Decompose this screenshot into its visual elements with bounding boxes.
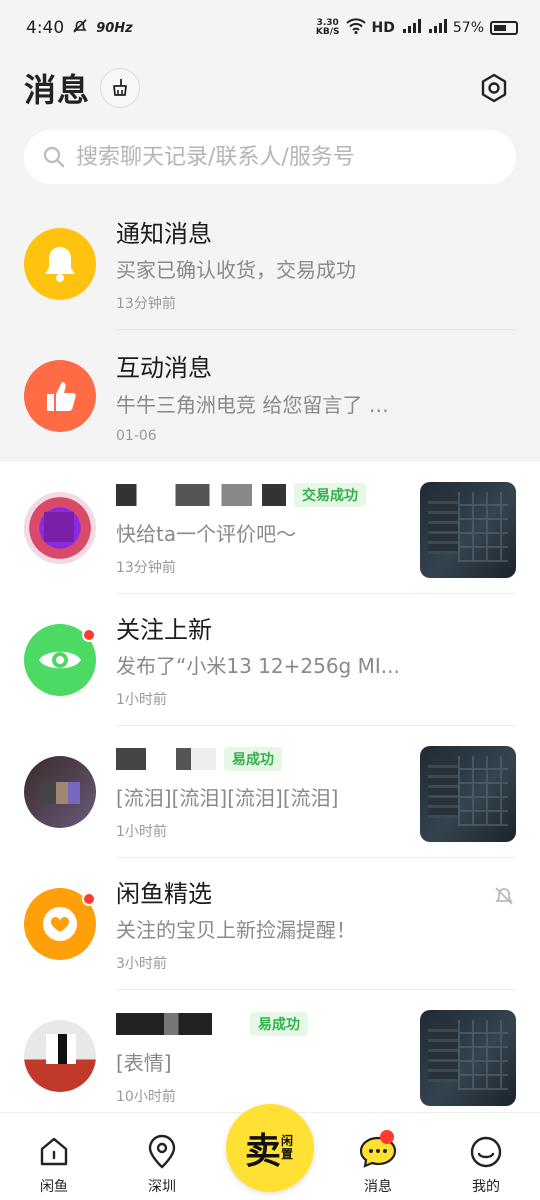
tab-home[interactable]: 闲鱼 (10, 1132, 98, 1196)
conversation-user-1[interactable]: 交易成功 快给ta一个评价吧～ 13分钟前 (0, 462, 540, 594)
chat-icon (358, 1130, 398, 1172)
avatar (24, 624, 96, 696)
conversation-list: 交易成功 快给ta一个评价吧～ 13分钟前 关注上新 发布了“小米13 12+2… (0, 462, 540, 1122)
redacted-name (116, 748, 216, 770)
broom-icon (113, 79, 127, 96)
conversation-name: 互动消息 (116, 354, 212, 382)
avatar (24, 888, 96, 960)
status-time: 4:40 (26, 18, 65, 38)
conversation-notification[interactable]: 通知消息 买家已确认收货，交易成功 13分钟前 (0, 198, 540, 330)
unread-dot (82, 628, 96, 642)
conversation-time: 1小时前 (116, 692, 167, 708)
search-bar[interactable] (24, 130, 516, 184)
sell-button[interactable]: 卖 闲置 (226, 1104, 314, 1192)
avatar (24, 492, 96, 564)
page-header: 消息 (0, 56, 540, 120)
conversation-user-3[interactable]: 易成功 [表情] 10小时前 (0, 990, 540, 1122)
conversation-user-2[interactable]: 易成功 [流泪][流泪][流泪][流泪] 1小时前 (0, 726, 540, 858)
item-thumbnail (420, 1010, 516, 1106)
signal-5g-icon (401, 19, 421, 37)
conversation-time: 01-06 (116, 427, 157, 444)
tab-label: 深圳 (148, 1179, 176, 1195)
conversation-preview: [流泪][流泪][流泪][流泪] (116, 786, 339, 810)
avatar (24, 228, 96, 300)
unread-dot (82, 892, 96, 906)
muted-bell-icon (492, 884, 516, 912)
item-thumbnail (420, 746, 516, 842)
signal-4g-icon (427, 19, 447, 37)
settings-button[interactable] (472, 66, 516, 110)
conversation-name: 通知消息 (116, 219, 212, 248)
tab-location[interactable]: 深圳 (118, 1132, 206, 1196)
conversation-preview: 牛牛三角洲电竞 给您留言了 … (116, 392, 389, 417)
tab-messages[interactable]: 消息 (334, 1130, 422, 1196)
profile-icon (466, 1132, 506, 1172)
thumbs-up-icon (47, 382, 76, 411)
conversation-name: 关注上新 (116, 615, 212, 644)
conversation-interaction[interactable]: 互动消息 牛牛三角洲电竞 给您留言了 … 01-06 (0, 330, 540, 462)
conversation-preview: 发布了“小米13 12+256g MI... (116, 654, 400, 678)
status-badge: 交易成功 (294, 483, 366, 507)
refresh-rate: 90Hz (96, 20, 133, 36)
tab-label: 我的 (472, 1179, 500, 1195)
avatar (24, 360, 96, 432)
clear-unread-button[interactable] (100, 68, 141, 108)
pinned-messages: 通知消息 买家已确认收货，交易成功 13分钟前 互动消息 牛牛三角洲电竞 给您留… (0, 198, 540, 462)
avatar (24, 756, 96, 828)
conversation-follow-updates[interactable]: 关注上新 发布了“小米13 12+256g MI... 1小时前 (0, 594, 540, 726)
conversation-time: 13分钟前 (116, 296, 176, 312)
network-speed: 3.30 KB/S (315, 18, 340, 37)
page-title: 消息 (24, 71, 91, 109)
conversation-preview: [表情] (116, 1050, 172, 1075)
status-badge: 易成功 (224, 747, 282, 771)
home-icon (34, 1132, 74, 1172)
mute-status-icon (72, 18, 88, 39)
eye-icon (39, 651, 81, 669)
battery-icon (490, 21, 518, 35)
location-icon (142, 1132, 182, 1172)
conversation-name: 闲鱼精选 (116, 879, 212, 908)
status-bar: 4:40 90Hz 3.30 KB/S HD 57% (0, 0, 540, 56)
redacted-name (116, 484, 286, 506)
search-icon (43, 146, 65, 168)
heart-icon (43, 907, 77, 941)
tab-label: 消息 (364, 1179, 392, 1195)
avatar (24, 1020, 96, 1092)
conversation-time: 3小时前 (116, 956, 167, 972)
tab-label: 闲鱼 (40, 1179, 68, 1195)
tab-profile[interactable]: 我的 (442, 1132, 530, 1196)
conversation-preview: 关注的宝贝上新捡漏提醒！ (116, 918, 356, 942)
conversation-preview: 买家已确认收货，交易成功 (116, 258, 356, 282)
battery-percent: 57% (452, 20, 484, 36)
status-badge: 易成功 (250, 1011, 308, 1036)
unread-badge (380, 1130, 394, 1144)
item-thumbnail (420, 482, 516, 578)
settings-icon (481, 73, 507, 103)
search-input[interactable] (76, 144, 498, 170)
wifi-icon (345, 18, 366, 38)
conversation-preview: 快给ta一个评价吧～ (116, 522, 297, 546)
conversation-xianyu-picks[interactable]: 闲鱼精选 关注的宝贝上新捡漏提醒！ 3小时前 (0, 858, 540, 990)
hd-label: HD (371, 20, 395, 36)
redacted-name (116, 1012, 212, 1035)
bell-icon (45, 247, 75, 282)
